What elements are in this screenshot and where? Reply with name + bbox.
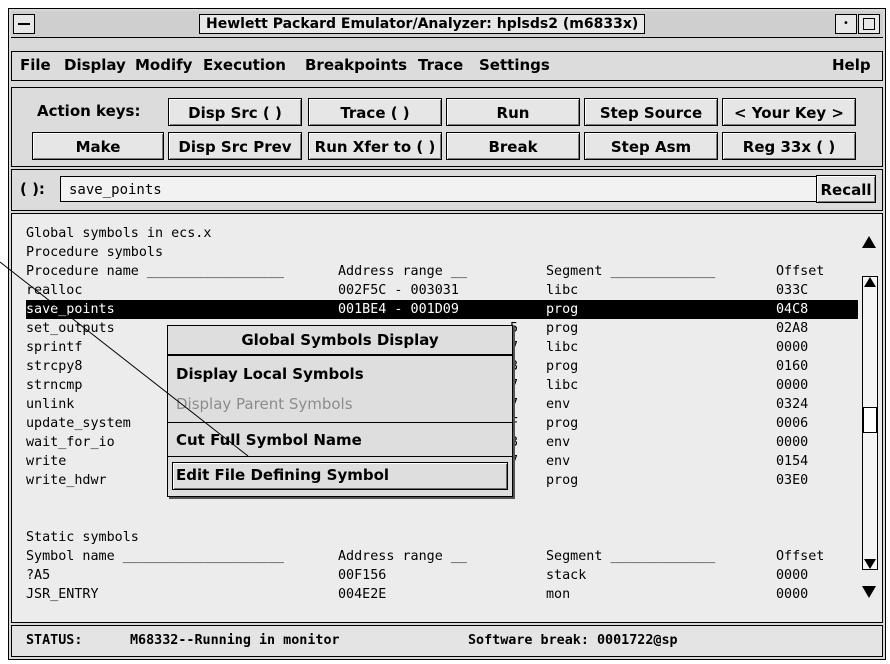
pointer-line [0, 261, 249, 457]
